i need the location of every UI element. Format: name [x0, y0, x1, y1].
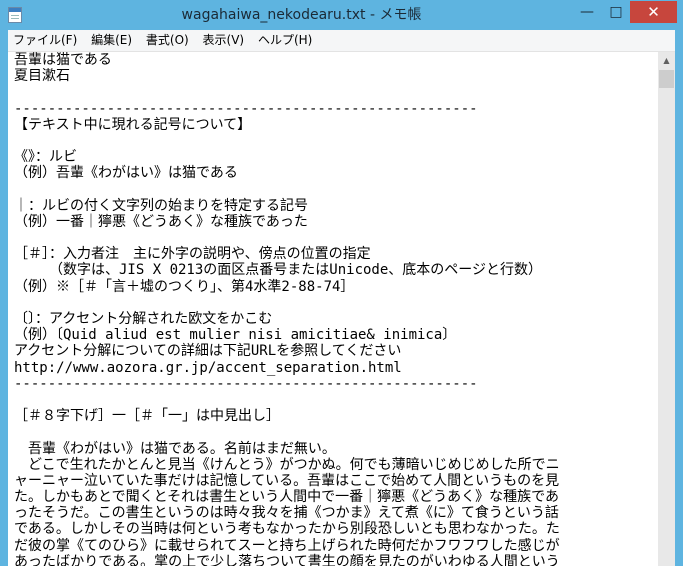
text-line	[14, 295, 658, 311]
text-line: 【テキスト中に現れる記号について】	[14, 116, 252, 133]
text-line: 《》：ルビ	[14, 149, 77, 166]
window-border	[675, 30, 683, 566]
text-line: ったそうだ。この書生というのは時々我々を捕《つかま》えて煮《に》て食うという話	[14, 505, 559, 522]
text-line: あったばかりである。掌の上で少し落ちついて書生の顔を見たのがいわゆる人間という	[14, 553, 560, 566]
text-line: ----------------------------------------…	[14, 375, 478, 392]
menu-format[interactable]: 書式(O)	[141, 30, 194, 51]
text-line: た。しかもあとで聞くとそれは書生という人間中で一番｜獰悪《どうあく》な種族であ	[14, 489, 560, 506]
text-line: である。しかしその当時は何という考もなかったから別段恐しいとも思わなかった。た	[14, 521, 560, 538]
text-line: ［＃８字下げ］一［＃「一」は中見出し］	[14, 408, 280, 425]
notepad-window: wagahaiwa_nekodearu.txt - メモ帳 — □ ✕ ファイル…	[0, 0, 683, 566]
minimize-button[interactable]: —	[572, 1, 602, 23]
text-line: （例）〔Quid aliud est mulier nisi amicitiae…	[14, 327, 457, 344]
menu-view[interactable]: 表示(V)	[198, 30, 250, 51]
text-line: （数字は、JIS X 0213の面区点番号またはUnicode、底本のページと行…	[14, 262, 543, 279]
text-line: 〔〕：アクセント分解された欧文をかこむ	[14, 311, 273, 327]
scroll-up-arrow-icon[interactable]: ▲	[658, 52, 675, 69]
text-line: だ彼の掌《てのひら》に載せられてスーと持ち上げられた時何だかフワフワした感じが	[14, 537, 560, 554]
text-line: （例）一番｜獰悪《どうあく》な種族であった	[14, 213, 308, 230]
document-text[interactable]: 吾輩は猫である 夏目漱石 -----------------------------…	[8, 52, 658, 566]
menu-bar: ファイル(F) 編集(E) 書式(O) 表示(V) ヘルプ(H)	[8, 30, 677, 52]
vertical-scrollbar[interactable]: ▲	[658, 52, 675, 566]
title-bar[interactable]: wagahaiwa_nekodearu.txt - メモ帳 — □ ✕	[0, 0, 683, 30]
text-line	[14, 182, 658, 198]
maximize-button[interactable]: □	[602, 1, 630, 23]
text-line: ----------------------------------------…	[14, 100, 478, 117]
text-line: ［＃］：入力者注 主に外字の説明や、傍点の位置の指定	[14, 246, 371, 263]
text-line	[14, 84, 658, 100]
text-line: （例）吾輩《わがはい》は猫である	[14, 165, 238, 182]
text-line: ｜：ルビの付く文字列の始まりを特定する記号	[14, 197, 308, 214]
text-line: 夏目漱石	[14, 68, 70, 85]
menu-help[interactable]: ヘルプ(H)	[253, 30, 317, 51]
text-line: http://www.aozora.gr.jp/accent_separatio…	[14, 359, 402, 376]
text-line	[14, 392, 658, 408]
text-line: （例）※［＃「言＋墟のつくり」、第4水準2-88-74］	[14, 278, 355, 295]
text-editor[interactable]: 吾輩は猫である 夏目漱石 -----------------------------…	[8, 52, 658, 566]
scroll-thumb[interactable]	[659, 70, 674, 88]
text-line: 吾輩《わがはい》は猫である。名前はまだ無い。	[14, 440, 336, 457]
menu-edit[interactable]: 編集(E)	[86, 30, 137, 51]
close-button[interactable]: ✕	[630, 1, 677, 23]
text-line: どこで生れたかとんと見当《けんとう》がつかぬ。何でも薄暗いじめじめした所でニ	[14, 456, 560, 473]
menu-file[interactable]: ファイル(F)	[8, 30, 82, 51]
window-title: wagahaiwa_nekodearu.txt - メモ帳	[181, 7, 422, 23]
text-line: ャーニャー泣いていた事だけは記憶している。吾輩はここで始めて人間というものを見	[14, 472, 560, 489]
text-line	[14, 424, 658, 440]
text-line: アクセント分解についての詳細は下記URLを参照してください	[14, 343, 402, 360]
text-line: 吾輩は猫である	[14, 52, 112, 68]
text-line	[14, 133, 658, 149]
text-line	[14, 230, 658, 246]
